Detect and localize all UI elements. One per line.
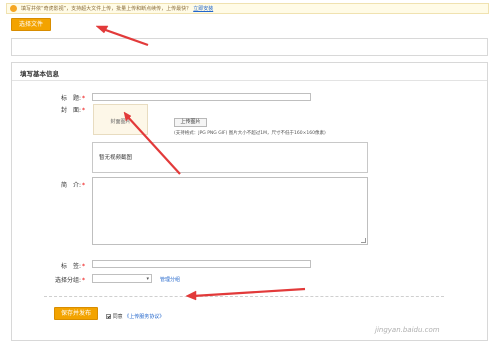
arrow-cover [126,115,181,175]
arrowhead [185,290,197,301]
arrowhead [95,25,109,34]
arrow-publish [192,287,306,298]
annotation-arrows [95,25,306,301]
arrow-select-file [99,26,149,47]
